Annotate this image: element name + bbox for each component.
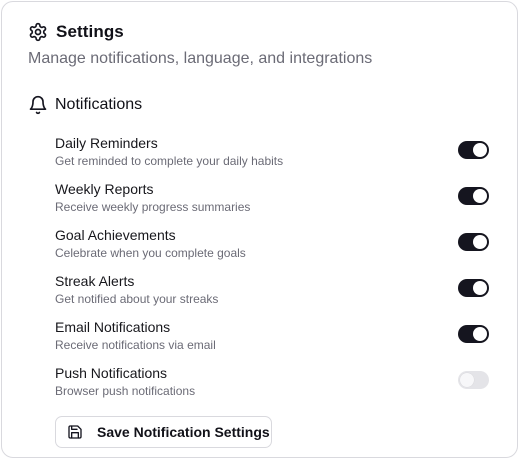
- notification-settings-list: Daily Reminders Get reminded to complete…: [55, 132, 492, 408]
- setting-description: Receive weekly progress summaries: [55, 200, 251, 214]
- setting-row-email-notifications: Email Notifications Receive notification…: [55, 316, 492, 362]
- daily-reminders-toggle[interactable]: [458, 141, 489, 159]
- streak-alerts-toggle[interactable]: [458, 279, 489, 297]
- setting-description: Celebrate when you complete goals: [55, 246, 246, 260]
- setting-description: Get reminded to complete your daily habi…: [55, 154, 284, 168]
- setting-description: Get notified about your streaks: [55, 292, 219, 306]
- goal-achievements-toggle[interactable]: [458, 233, 489, 251]
- page-title: Settings: [28, 22, 124, 42]
- setting-label: Email Notifications: [55, 319, 171, 335]
- setting-row-streak-alerts: Streak Alerts Get notified about your st…: [55, 270, 492, 316]
- setting-row-daily-reminders: Daily Reminders Get reminded to complete…: [55, 132, 492, 178]
- toggle-knob: [473, 235, 487, 249]
- setting-label: Goal Achievements: [55, 227, 176, 243]
- setting-row-weekly-reports: Weekly Reports Receive weekly progress s…: [55, 178, 492, 224]
- setting-row-push-notifications: Push Notifications Browser push notifica…: [55, 362, 492, 408]
- toggle-knob: [473, 327, 487, 341]
- weekly-reports-toggle[interactable]: [458, 187, 489, 205]
- notifications-section-label: Notifications: [55, 96, 143, 113]
- setting-label: Push Notifications: [55, 365, 168, 381]
- save-notification-settings-button[interactable]: Save Notification Settings: [55, 416, 272, 448]
- setting-row-goal-achievements: Goal Achievements Celebrate when you com…: [55, 224, 492, 270]
- save-icon: [67, 424, 83, 440]
- toggle-knob: [473, 143, 487, 157]
- toggle-knob: [473, 281, 487, 295]
- toggle-knob: [460, 373, 474, 387]
- setting-description: Receive notifications via email: [55, 338, 216, 352]
- setting-description: Browser push notifications: [55, 384, 196, 398]
- page-subtitle: Manage notifications, language, and inte…: [28, 50, 373, 67]
- setting-label: Weekly Reports: [55, 181, 154, 197]
- page-title-text: Settings: [56, 22, 124, 41]
- toggle-knob: [473, 189, 487, 203]
- save-button-label: Save Notification Settings: [97, 424, 270, 440]
- gear-icon: [28, 22, 48, 42]
- settings-card: Settings Manage notifications, language,…: [1, 1, 518, 458]
- email-notifications-toggle[interactable]: [458, 325, 489, 343]
- bell-icon: [28, 95, 48, 115]
- push-notifications-toggle[interactable]: [458, 371, 489, 389]
- notifications-section-title: Notifications: [28, 95, 142, 115]
- setting-label: Daily Reminders: [55, 135, 158, 151]
- setting-label: Streak Alerts: [55, 273, 135, 289]
